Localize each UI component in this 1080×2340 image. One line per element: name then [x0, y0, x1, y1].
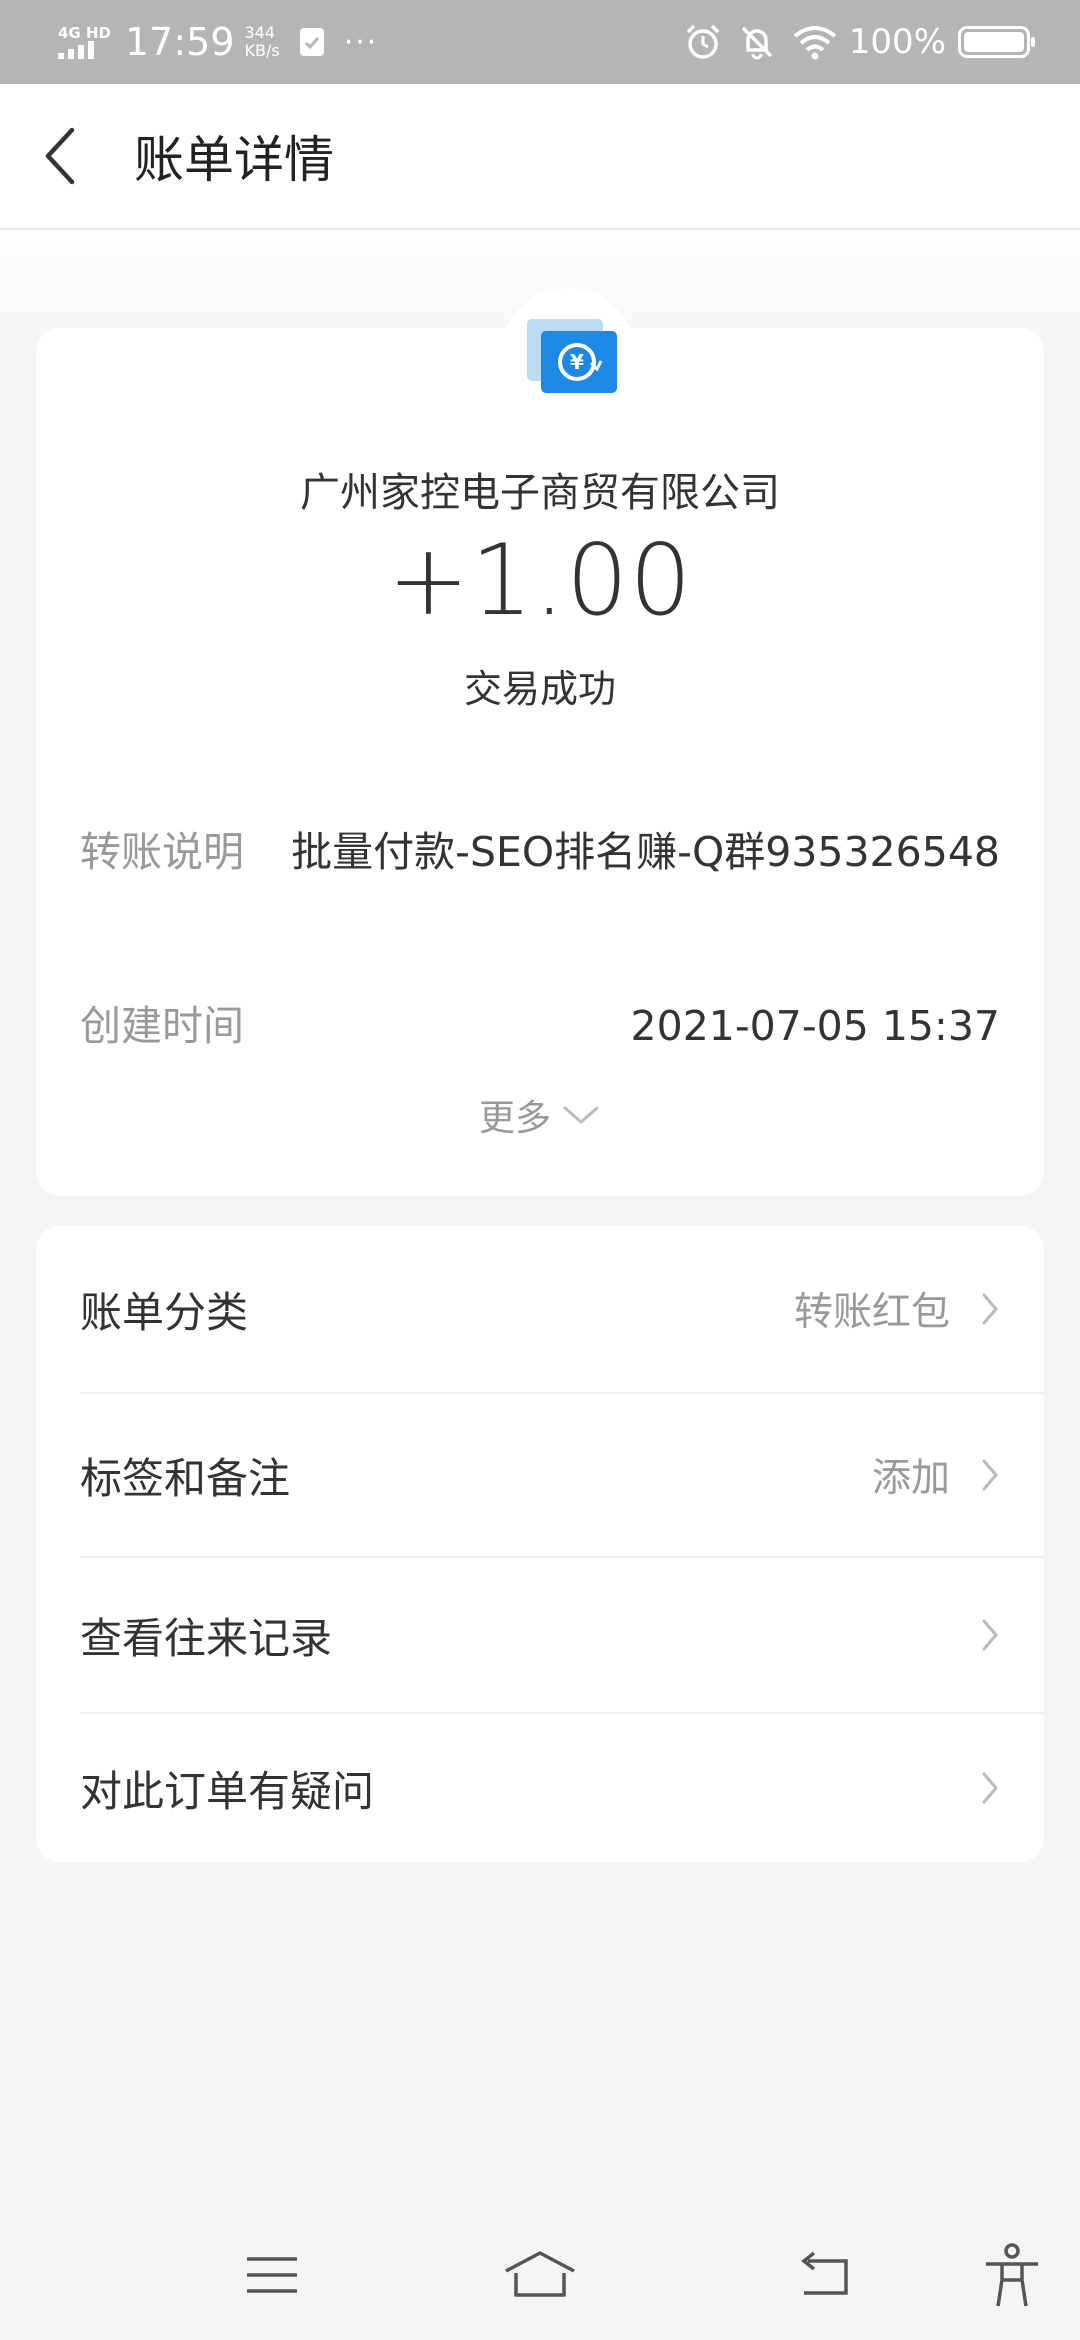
- back-button[interactable]: [0, 83, 120, 229]
- more-notifications-icon: ···: [343, 24, 379, 60]
- chevron-right-icon: [982, 1619, 998, 1651]
- clipboard-check-icon: [299, 28, 324, 56]
- chevron-right-icon: [982, 1459, 998, 1491]
- list-item-tags-notes[interactable]: 标签和备注 添加: [36, 1394, 1044, 1556]
- accessibility-button[interactable]: [962, 2210, 1062, 2340]
- detail-row-transfer-note: 转账说明 批量付款-SEO排名赚-Q群935326548: [80, 820, 1000, 884]
- status-bar: 4G HD 17:59 344 KB/s ··· 100%: [0, 0, 1080, 84]
- speed-unit: KB/s: [244, 41, 280, 60]
- transaction-status: 交易成功: [463, 667, 616, 711]
- battery-icon: [958, 26, 1035, 58]
- accessibility-icon: [986, 2243, 1038, 2307]
- list-item-order-question[interactable]: 对此订单有疑问: [36, 1714, 1044, 1862]
- list-item-value: 转账红包: [793, 1290, 950, 1335]
- detail-label: 创建时间: [80, 1002, 244, 1050]
- nav-bar: 账单详情: [0, 84, 1080, 230]
- status-bar-left: 4G HD 17:59 344 KB/s ···: [58, 20, 378, 64]
- detail-row-created-time: 创建时间 2021-07-05 15:37: [80, 994, 1000, 1058]
- bill-actions-card: 账单分类 转账红包 标签和备注 添加 查看往来记录 对此订单有疑问: [36, 1226, 1044, 1862]
- transfer-yuan-icon: ¥: [527, 319, 617, 393]
- more-label: 更多: [478, 1098, 551, 1139]
- list-item-bill-category[interactable]: 账单分类 转账红包: [36, 1226, 1044, 1392]
- chevron-right-icon: [982, 1293, 998, 1325]
- network-type: 4G HD: [58, 24, 111, 42]
- svg-text:¥: ¥: [570, 350, 584, 374]
- home-button[interactable]: [490, 2210, 590, 2340]
- clock: 17:59: [124, 20, 235, 64]
- chevron-down-icon: [563, 1106, 599, 1124]
- list-item-label: 对此订单有疑问: [80, 1766, 375, 1816]
- list-item-label: 查看往来记录: [80, 1613, 333, 1663]
- merchant-logo: ¥: [500, 288, 636, 424]
- list-item-label: 账单分类: [80, 1287, 249, 1337]
- bill-summary-card: ¥ 广州家控电子商贸有限公司 +1.00 交易成功 转账说明 批量付款-SEO排…: [36, 288, 1044, 1196]
- list-item-value: 添加: [871, 1456, 950, 1501]
- bell-muted-icon: [741, 26, 773, 60]
- wifi-icon: [793, 26, 837, 60]
- list-item-label: 标签和备注: [80, 1453, 291, 1503]
- status-bar-right: 100%: [669, 22, 1035, 62]
- page-title: 账单详情: [134, 131, 334, 189]
- alarm-icon: [686, 24, 720, 59]
- transaction-amount: +1.00: [387, 524, 693, 638]
- detail-value: 2021-07-05 15:37: [630, 1002, 1000, 1050]
- list-item-transaction-history[interactable]: 查看往来记录: [36, 1558, 1044, 1712]
- chevron-right-icon: [982, 1772, 998, 1804]
- return-icon: [801, 2251, 848, 2295]
- signal-icon: 4G HD: [58, 25, 111, 59]
- home-icon: [505, 2251, 575, 2297]
- menu-button[interactable]: [222, 2210, 322, 2340]
- menu-icon: [247, 2257, 297, 2293]
- chevron-left-icon: [45, 127, 75, 185]
- detail-label: 转账说明: [80, 828, 244, 876]
- back-nav-button[interactable]: [774, 2210, 874, 2340]
- battery-level: 100%: [848, 22, 946, 62]
- more-button[interactable]: 更多: [36, 1080, 1044, 1150]
- detail-value: 批量付款-SEO排名赚-Q群935326548: [291, 828, 1000, 876]
- system-nav-bar: [0, 2210, 1080, 2340]
- network-speed: 344 KB/s: [245, 24, 280, 60]
- speed-value: 344: [244, 23, 276, 42]
- merchant-name: 广州家控电子商贸有限公司: [300, 470, 780, 516]
